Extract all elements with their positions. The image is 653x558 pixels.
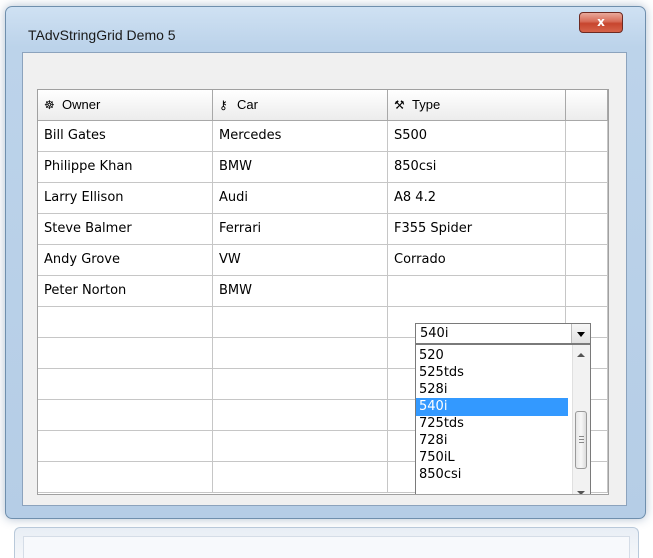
app-window: TAdvStringGrid Demo 5 x ☸ Owner ⚷ Car ⚒ Typ… [5,6,646,519]
dropdown-option[interactable]: 520 [416,347,568,365]
grid-cell[interactable] [213,369,388,400]
grid-cell[interactable] [566,121,608,152]
column-header-type[interactable]: ⚒ Type [388,90,566,121]
grid-cell[interactable] [213,400,388,431]
grid-cell[interactable]: Philippe Khan [38,152,213,183]
grid-cell[interactable]: Peter Norton [38,276,213,307]
close-icon: x [597,15,605,29]
grid-cell[interactable]: Ferrari [213,214,388,245]
grid-cell[interactable]: S500 [388,121,566,152]
grid-cell[interactable] [213,431,388,462]
dropdown-option[interactable]: 525tds [416,364,568,382]
grid-cell[interactable] [566,183,608,214]
grid-cell[interactable] [566,245,608,276]
grid-cell[interactable]: Audi [213,183,388,214]
type-dropdown-list[interactable]: 520 525tds 528i 540i 725tds 728i 750iL 850csi [415,344,591,494]
grid-cell[interactable]: Corrado [388,245,566,276]
grid-cell[interactable]: 850csi [388,152,566,183]
grid-cell[interactable]: A8 4.2 [388,183,566,214]
close-button[interactable]: x [579,12,623,33]
grid-cell[interactable] [566,152,608,183]
grid-cell[interactable] [566,276,608,307]
dropdown-scrollbar[interactable] [572,345,590,494]
column-header-car[interactable]: ⚷ Car [213,90,388,121]
grid-cell[interactable] [38,307,213,338]
grid-cell[interactable] [566,214,608,245]
type-combo-editor[interactable]: 540i [415,323,591,344]
dropdown-option[interactable]: 750iL [416,449,568,467]
key-icon: ⚷ [219,98,228,112]
scroll-up-icon[interactable] [577,353,585,357]
client-area: ☸ Owner ⚷ Car ⚒ Type Bill Gates Mercedes S500… [22,52,627,506]
grid-cell[interactable]: BMW [213,276,388,307]
grid-cell[interactable]: Larry Ellison [38,183,213,214]
grid-cell[interactable] [38,400,213,431]
grid-cell[interactable]: VW [213,245,388,276]
grid-cell[interactable]: Bill Gates [38,121,213,152]
dropdown-option[interactable]: 528i [416,381,568,399]
string-grid[interactable]: ☸ Owner ⚷ Car ⚒ Type Bill Gates Mercedes S500… [37,89,609,495]
column-header-empty [566,90,608,121]
grid-cell[interactable]: Andy Grove [38,245,213,276]
tools-icon: ⚒ [394,98,405,112]
grid-cell[interactable]: F355 Spider [388,214,566,245]
grid-cell[interactable] [38,462,213,493]
column-header-owner[interactable]: ☸ Owner [38,90,213,121]
grid-cell[interactable] [213,338,388,369]
grid-cell[interactable] [38,369,213,400]
combo-value: 540i [420,326,449,341]
dropdown-option[interactable]: 725tds [416,415,568,433]
scroll-thumb[interactable] [575,411,587,469]
grid-cell[interactable] [213,307,388,338]
grid-cell[interactable]: Mercedes [213,121,388,152]
background-window [14,527,639,558]
scroll-down-icon[interactable] [577,491,585,494]
grid-cell[interactable] [38,338,213,369]
grid-cell[interactable] [388,276,566,307]
grid-cell[interactable]: Steve Balmer [38,214,213,245]
window-title: TAdvStringGrid Demo 5 [28,27,176,43]
dropdown-option[interactable]: 850csi [416,466,568,484]
grid-cell[interactable]: BMW [213,152,388,183]
dropdown-option[interactable]: 540i [416,398,568,416]
grid-cell[interactable] [38,431,213,462]
chevron-down-icon[interactable] [571,324,590,343]
dropdown-option[interactable]: 728i [416,432,568,450]
owner-icon: ☸ [44,98,55,112]
grid-cell[interactable] [213,462,388,493]
